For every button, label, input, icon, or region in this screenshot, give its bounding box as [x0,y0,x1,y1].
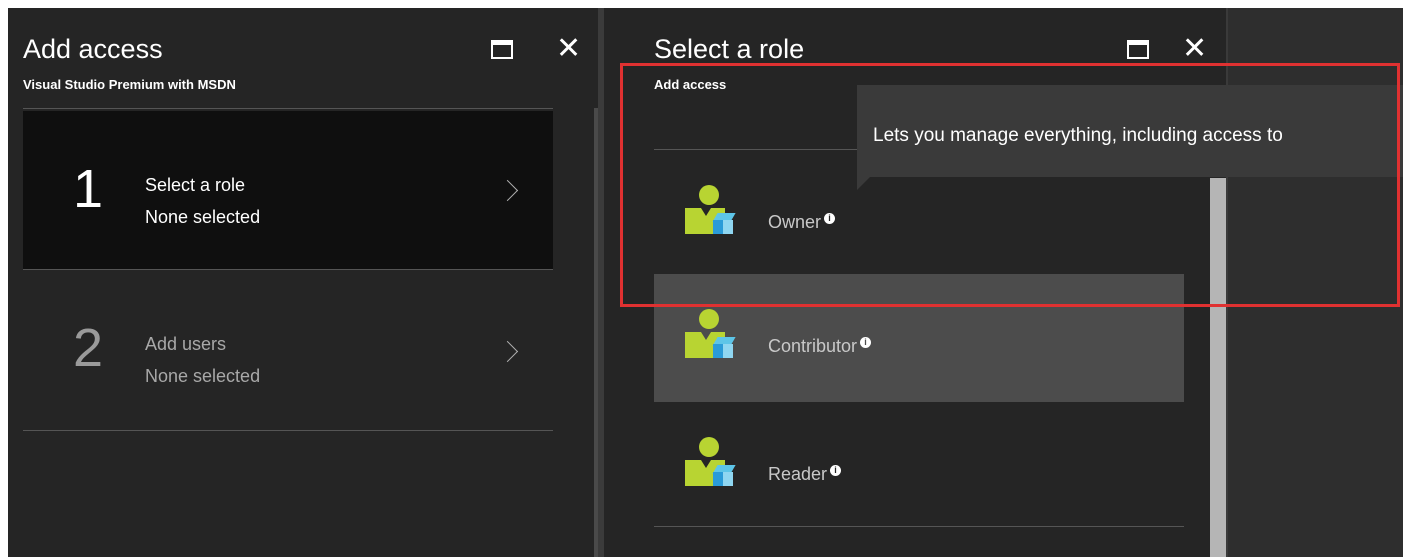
role-label: Reader i [768,464,842,485]
divider [654,526,1184,527]
portal-canvas: Add access Visual Studio Premium with MS… [0,0,1403,557]
step-number: 1 [73,159,104,219]
info-icon[interactable]: i [824,213,836,224]
user-role-icon [685,185,736,235]
tooltip-pointer [857,176,871,190]
left-strip [0,0,8,557]
close-icon: ✕ [556,32,582,65]
role-reader[interactable]: Reader i [654,402,1184,530]
step-title: Add users [145,334,227,354]
maximize-icon [1127,40,1149,59]
top-strip [0,0,1403,8]
close-icon: ✕ [1182,32,1208,65]
blade-add-access: Add access Visual Studio Premium with MS… [8,8,598,557]
role-contributor[interactable]: Contributor i [654,274,1184,402]
blade-title: Add access [23,34,163,64]
divider [23,430,553,431]
role-name: Contributor [768,336,858,356]
chevron-right-icon [496,179,519,202]
role-name: Owner [768,212,822,232]
maximize-button[interactable] [491,40,513,59]
close-button[interactable]: ✕ [1182,32,1208,65]
step-status: None selected [145,366,261,386]
maximize-icon [491,40,513,59]
role-label: Owner i [768,212,836,233]
role-label: Contributor i [768,336,872,357]
step-select-role[interactable]: 1 Select a role None selected [23,111,553,269]
tooltip-text: Lets you manage everything, including ac… [873,125,1283,146]
user-role-icon [685,309,736,359]
blade-subtitle: Add access [654,77,727,92]
blade-title: Select a role [654,34,805,64]
step-title: Select a role [145,175,246,195]
step-add-users[interactable]: 2 Add users None selected [23,270,553,430]
role-name: Reader [768,464,828,484]
close-button[interactable]: ✕ [556,32,582,65]
divider [23,108,553,109]
chevron-right-icon [496,340,519,363]
user-role-icon [685,437,736,487]
info-icon[interactable]: i [860,337,872,348]
role-description-tooltip: Lets you manage everything, including ac… [857,85,1403,177]
blade-subtitle: Visual Studio Premium with MSDN [23,77,236,92]
info-icon[interactable]: i [830,465,842,476]
step-number: 2 [73,318,104,378]
maximize-button[interactable] [1127,40,1149,59]
step-status: None selected [145,207,261,227]
